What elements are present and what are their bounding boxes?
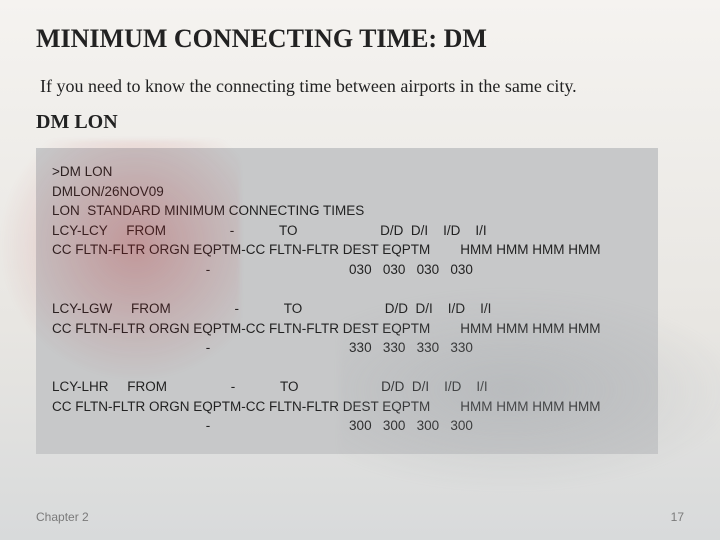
slide-footer: Chapter 2 17 [36, 510, 684, 524]
page-title: MINIMUM CONNECTING TIME: DM [36, 24, 684, 54]
command-label: DM LON [36, 111, 684, 134]
lead-text: If you need to know the connecting time … [40, 76, 684, 97]
footer-page-number: 17 [671, 510, 684, 524]
footer-chapter: Chapter 2 [36, 510, 89, 524]
slide: MINIMUM CONNECTING TIME: DM If you need … [0, 0, 720, 540]
terminal-output: >DM LON DMLON/26NOV09 LON STANDARD MINIM… [36, 148, 658, 454]
